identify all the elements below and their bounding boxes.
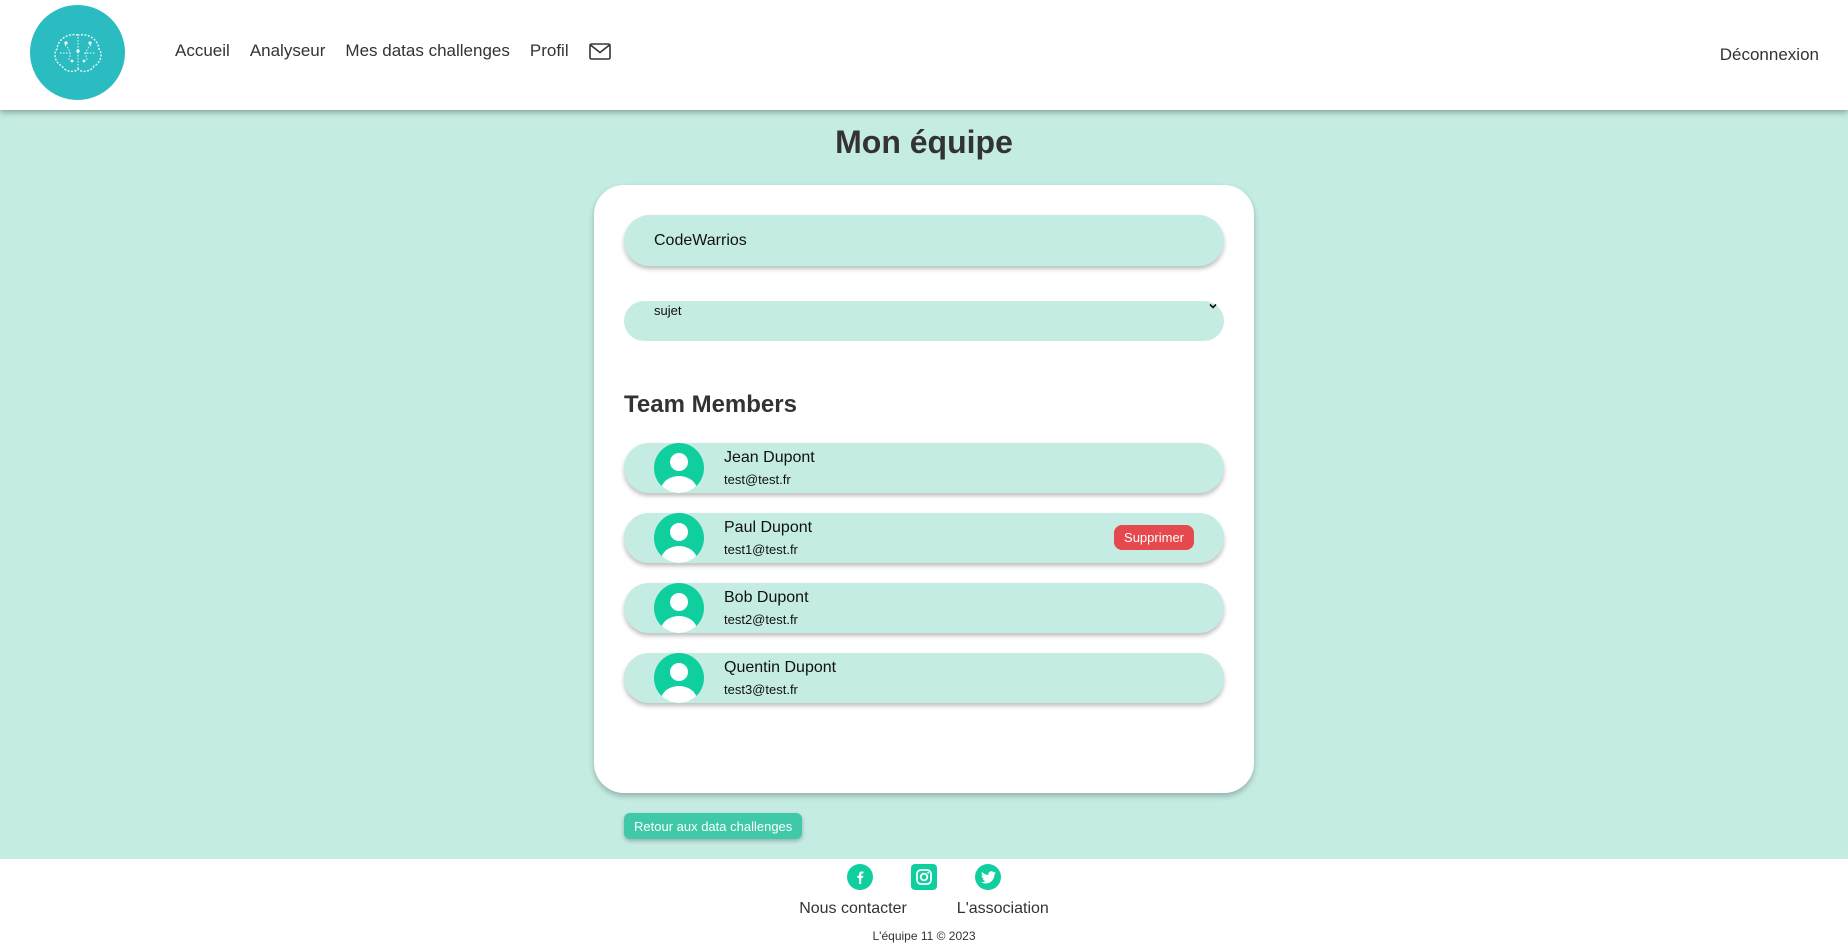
team-name-field[interactable]: CodeWarrios xyxy=(624,215,1224,266)
main-nav: Accueil Analyseur Mes datas challenges P… xyxy=(175,41,611,61)
page-title: Mon équipe xyxy=(835,124,1013,160)
member-email: test@test.fr xyxy=(724,472,791,487)
member-name: Bob Dupont xyxy=(724,589,809,606)
twitter-icon[interactable] xyxy=(975,864,1001,890)
avatar-icon xyxy=(654,443,704,493)
avatar-icon xyxy=(654,513,704,563)
nav-profil[interactable]: Profil xyxy=(530,41,569,61)
member-email: test2@test.fr xyxy=(724,612,798,627)
member-row: Paul Dupont test1@test.fr Supprimer xyxy=(624,513,1224,563)
footer: Nous contacter L'association L'équipe 11… xyxy=(0,859,1848,951)
member-row: Bob Dupont test2@test.fr xyxy=(624,583,1224,633)
member-row: Jean Dupont test@test.fr xyxy=(624,443,1224,493)
member-name: Quentin Dupont xyxy=(724,659,837,676)
association-link[interactable]: L'association xyxy=(957,900,1049,918)
nav-analyseur[interactable]: Analyseur xyxy=(250,41,326,61)
back-to-challenges-button[interactable]: Retour aux data challenges xyxy=(624,813,803,839)
subject-select[interactable]: sujet xyxy=(624,301,1224,341)
avatar-icon xyxy=(654,583,704,633)
member-row: Quentin Dupont test3@test.fr xyxy=(624,653,1224,703)
nav-accueil[interactable]: Accueil xyxy=(175,41,230,61)
social-links xyxy=(0,864,1848,890)
copyright: L'équipe 11 © 2023 xyxy=(872,929,976,943)
footer-links: Nous contacter L'association xyxy=(0,900,1848,918)
avatar-icon xyxy=(654,653,704,703)
team-card: CodeWarrios sujet Team Members Jean Dupo… xyxy=(594,185,1254,793)
chevron-down-icon xyxy=(1208,301,1218,314)
mail-icon[interactable] xyxy=(588,42,611,60)
team-members-heading: Team Members xyxy=(624,391,797,418)
member-name: Jean Dupont xyxy=(724,449,815,466)
subject-select-value: sujet xyxy=(654,303,682,318)
instagram-icon[interactable] xyxy=(911,864,937,890)
top-navbar: Accueil Analyseur Mes datas challenges P… xyxy=(0,0,1848,110)
member-email: test1@test.fr xyxy=(724,542,798,557)
brain-logo-icon[interactable] xyxy=(30,5,125,100)
member-name: Paul Dupont xyxy=(724,519,813,536)
facebook-icon[interactable] xyxy=(847,864,873,890)
member-email: test3@test.fr xyxy=(724,682,798,697)
nav-mes-datas-challenges[interactable]: Mes datas challenges xyxy=(345,41,509,61)
team-name-value: CodeWarrios xyxy=(654,231,747,249)
delete-member-button[interactable]: Supprimer xyxy=(1114,525,1194,550)
logout-link[interactable]: Déconnexion xyxy=(1720,45,1819,65)
contact-link[interactable]: Nous contacter xyxy=(799,900,907,918)
